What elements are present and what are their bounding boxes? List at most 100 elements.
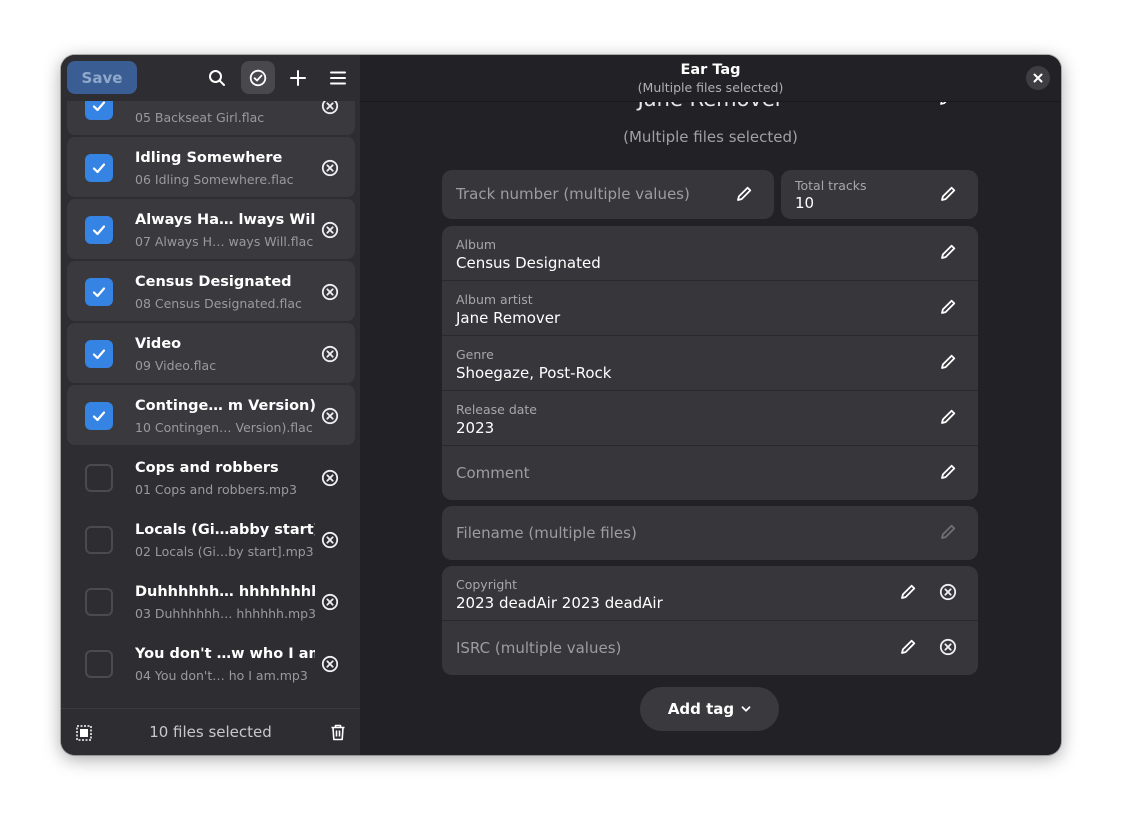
trash-icon[interactable]: [330, 724, 346, 741]
remove-icon[interactable]: [939, 638, 957, 656]
total-tracks-value: 10: [795, 194, 815, 212]
remove-icon[interactable]: [321, 469, 339, 487]
file-filename: 04 You don't… ho I am.mp3: [135, 668, 308, 683]
file-checkbox[interactable]: [85, 650, 113, 678]
copyright-field[interactable]: Copyright 2023 deadAir 2023 deadAir: [442, 566, 978, 620]
remove-icon[interactable]: [321, 159, 339, 177]
file-row[interactable]: Cops and robbers 01 Cops and robbers.mp3: [67, 447, 355, 507]
remove-icon[interactable]: [321, 345, 339, 363]
check-icon: [92, 163, 106, 174]
remove-icon[interactable]: [321, 407, 339, 425]
remove-icon[interactable]: [321, 283, 339, 301]
file-checkbox[interactable]: [85, 216, 113, 244]
file-checkbox[interactable]: [85, 526, 113, 554]
remove-icon[interactable]: [321, 531, 339, 549]
copyright-value: 2023 deadAir 2023 deadAir: [456, 594, 663, 612]
file-row[interactable]: You don't …w who I am 04 You don't… ho I…: [67, 633, 355, 693]
pencil-icon[interactable]: [939, 243, 957, 261]
app-window: Backseat Girl 05 Backseat Girl.flac Idli…: [61, 55, 1061, 755]
album-artist-label: Album artist: [456, 292, 533, 307]
sidebar-header: Save: [61, 55, 360, 101]
pencil-icon[interactable]: [939, 298, 957, 316]
remove-icon[interactable]: [321, 655, 339, 673]
file-filename: 03 Duhhhhhh… hhhhhh.mp3: [135, 606, 315, 621]
file-filename: 10 Contingen… Version).flac: [135, 420, 313, 435]
sidebar: Backseat Girl 05 Backseat Girl.flac Idli…: [61, 55, 360, 755]
check-icon: [92, 225, 106, 236]
album-label: Album: [456, 237, 497, 252]
close-button[interactable]: [1026, 66, 1050, 90]
release-date-label: Release date: [456, 402, 537, 417]
file-row[interactable]: Census Designated 08 Census Designated.f…: [67, 261, 355, 321]
pencil-icon[interactable]: [899, 583, 917, 601]
main-header: Ear Tag (Multiple files selected): [360, 55, 1061, 102]
isrc-field[interactable]: ISRC (multiple values): [442, 620, 978, 674]
window-subtitle: (Multiple files selected): [637, 80, 784, 95]
track-number-placeholder: Track number (multiple values): [456, 185, 690, 203]
comment-placeholder: Comment: [456, 464, 530, 482]
file-row[interactable]: Always Ha… lways Will 07 Always H… ways …: [67, 199, 355, 259]
file-row[interactable]: Continge… m Version) 10 Contingen… Versi…: [67, 385, 355, 445]
filename-field[interactable]: Filename (multiple files): [442, 506, 978, 560]
track-number-field[interactable]: Track number (multiple values): [442, 170, 774, 219]
file-checkbox[interactable]: [85, 340, 113, 368]
pencil-icon: [941, 524, 956, 539]
chevron-down-icon: [741, 706, 751, 712]
album-artist-value: Jane Remover: [456, 309, 561, 327]
album-artist-field[interactable]: Album artist Jane Remover: [442, 280, 978, 334]
file-title: You don't …w who I am: [135, 646, 315, 662]
release-date-field[interactable]: Release date 2023: [442, 390, 978, 444]
genre-value: Shoegaze, Post-Rock: [456, 364, 612, 382]
file-title: Duhhhhhh… hhhhhhhh: [135, 584, 315, 600]
total-tracks-label: Total tracks: [795, 178, 867, 193]
genre-field[interactable]: Genre Shoegaze, Post-Rock: [442, 335, 978, 389]
comment-field[interactable]: Comment: [442, 445, 978, 499]
pencil-icon[interactable]: [735, 185, 753, 203]
add-file-button[interactable]: [281, 61, 315, 94]
selected-count: 10 files selected: [149, 723, 272, 741]
total-tracks-field[interactable]: Total tracks 10: [781, 170, 978, 219]
remove-icon[interactable]: [321, 221, 339, 239]
remove-icon[interactable]: [321, 593, 339, 611]
select-all-icon[interactable]: [76, 725, 92, 741]
save-button[interactable]: Save: [67, 61, 137, 94]
pencil-icon[interactable]: [899, 638, 917, 656]
file-row[interactable]: Locals (Gi…abby start] 02 Locals (Gi…by …: [67, 509, 355, 569]
pencil-icon[interactable]: [939, 463, 957, 481]
file-checkbox[interactable]: [85, 402, 113, 430]
file-row[interactable]: Video 09 Video.flac: [67, 323, 355, 383]
file-checkbox[interactable]: [85, 588, 113, 616]
file-filename: 01 Cops and robbers.mp3: [135, 482, 297, 497]
pencil-icon[interactable]: [939, 185, 957, 203]
search-button[interactable]: [200, 61, 234, 94]
selection-mode-button[interactable]: [241, 61, 275, 94]
main-menu-button[interactable]: [321, 61, 355, 94]
add-icon: [290, 69, 306, 86]
file-row[interactable]: Duhhhhhh… hhhhhhhh 03 Duhhhhhh… hhhhhh.m…: [67, 571, 355, 631]
file-row[interactable]: Idling Somewhere 06 Idling Somewhere.fla…: [67, 137, 355, 197]
search-icon: [209, 69, 225, 86]
file-filename: 02 Locals (Gi…by start].mp3: [135, 544, 314, 559]
add-tag-button[interactable]: Add tag: [640, 687, 779, 731]
file-checkbox[interactable]: [85, 154, 113, 182]
album-field[interactable]: Album Census Designated: [442, 226, 978, 280]
multi-selection-label: (Multiple files selected): [623, 128, 798, 146]
filename-placeholder: Filename (multiple files): [456, 524, 637, 542]
main-panel: Jane Remover (Multiple files selected) E…: [360, 55, 1061, 755]
remove-icon[interactable]: [939, 583, 957, 601]
album-value: Census Designated: [456, 254, 601, 272]
check-icon: [92, 349, 106, 360]
file-filename: 05 Backseat Girl.flac: [135, 110, 265, 125]
file-checkbox[interactable]: [85, 278, 113, 306]
file-checkbox[interactable]: [85, 464, 113, 492]
add-tag-label: Add tag: [667, 700, 735, 718]
pencil-icon[interactable]: [939, 353, 957, 371]
copyright-label: Copyright: [456, 577, 518, 592]
window-title: Ear Tag: [680, 62, 741, 78]
pencil-icon[interactable]: [939, 408, 957, 426]
genre-label: Genre: [456, 347, 494, 362]
tag-fields-card: Album Census Designated Album artist Jan…: [442, 226, 978, 500]
file-filename: 08 Census Designated.flac: [135, 296, 302, 311]
file-list[interactable]: Backseat Girl 05 Backseat Girl.flac Idli…: [61, 55, 360, 708]
extra-tags-card: Copyright 2023 deadAir 2023 deadAir ISRC…: [442, 566, 978, 675]
